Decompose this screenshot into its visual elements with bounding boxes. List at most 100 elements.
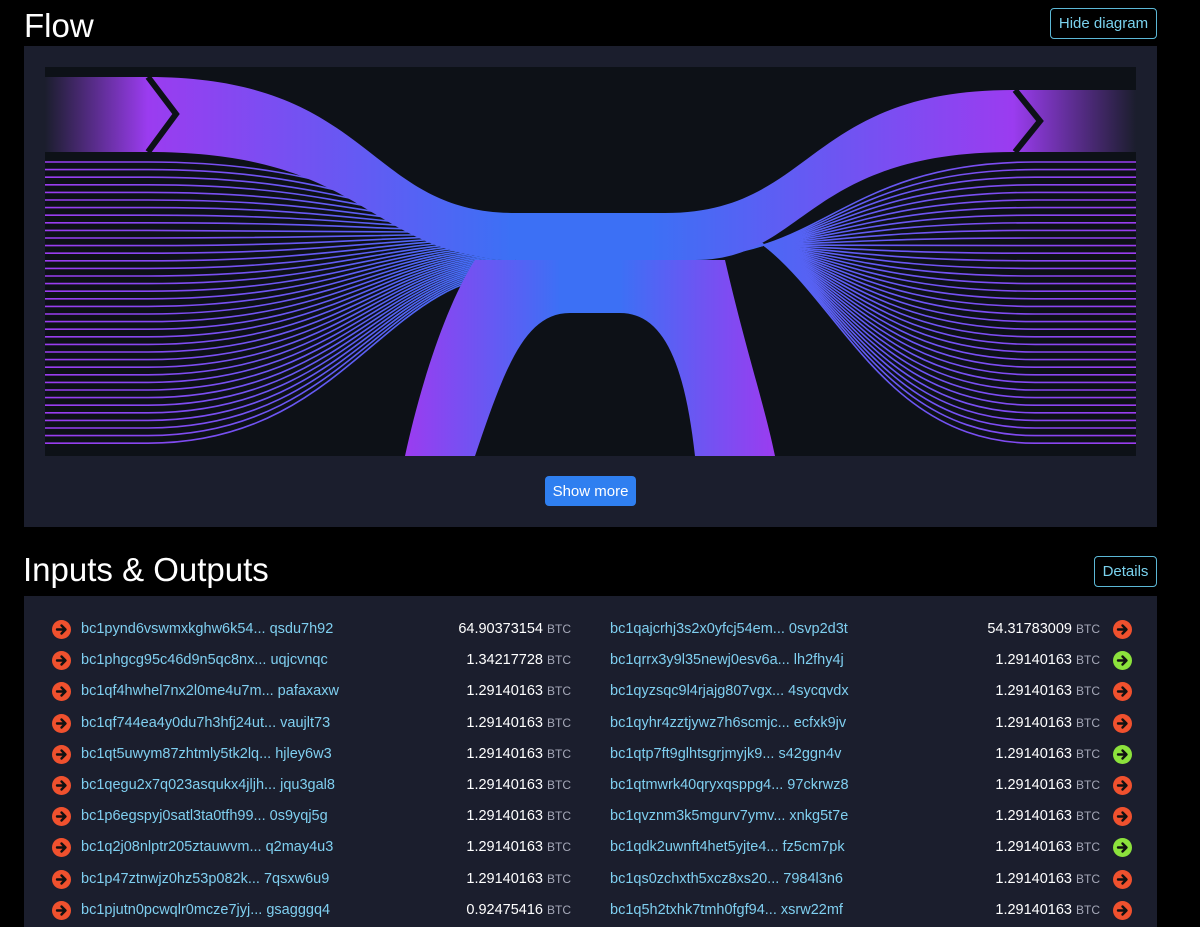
input-amount: 0.92475416 BTC: [466, 901, 571, 919]
input-amount: 1.29140163 BTC: [466, 870, 571, 888]
flow-title: Flow: [24, 7, 94, 44]
input-arrow-icon[interactable]: [52, 838, 71, 858]
output-address-link[interactable]: bc1qdk2uwnft4het5yjte4... fz5cm7pk: [610, 838, 845, 856]
output-address-link[interactable]: bc1q5h2txhk7tmh0fgf94... xsrw22mf: [610, 901, 843, 919]
input-address-link[interactable]: bc1p47ztnwjz0hz53p082k... 7qsxw6u9: [81, 870, 329, 888]
input-address-link[interactable]: bc1qf744ea4y0du7h3hfj24ut... vaujlt73: [81, 714, 330, 732]
amount-unit: BTC: [547, 871, 571, 886]
address-end: jqu3gal8: [276, 777, 335, 793]
input-arrow-icon[interactable]: [52, 682, 71, 702]
unspent-arrow-icon[interactable]: [1113, 838, 1132, 858]
output-address-link[interactable]: bc1qs0zchxth5xcz8xs20... 7984l3n6: [610, 870, 843, 888]
output-address-link[interactable]: bc1qtp7ft9glhtsgrjmyjk9... s42ggn4v: [610, 745, 841, 763]
address-start: bc1qdk2uwnft4het5yjte4...: [610, 839, 779, 856]
io-row: bc1qf4hwhel7nx2l0me4u7m... pafaxaxw 1.291…: [24, 676, 1157, 707]
input-amount: 1.29140163 BTC: [466, 807, 571, 825]
output-amount: 1.29140163 BTC: [995, 870, 1100, 888]
amount-unit: BTC: [1076, 809, 1100, 824]
address-start: bc1q5h2txhk7tmh0fgf94...: [610, 901, 777, 918]
spent-arrow-icon[interactable]: [1113, 776, 1132, 795]
address-end: pafaxaxw: [273, 683, 339, 700]
address-start: bc1qrrx3y9l35newj0esv6a...: [610, 652, 790, 669]
amount-unit: BTC: [1076, 840, 1100, 855]
amount-unit: BTC: [547, 778, 571, 792]
input-arrow-icon[interactable]: [52, 776, 71, 795]
address-end: qsdu7h92: [265, 621, 334, 637]
output-amount: 1.29140163 BTC: [995, 651, 1100, 669]
address-end: vaujlt73: [276, 714, 331, 731]
input-arrow-icon[interactable]: [52, 900, 71, 920]
address-start: bc1p47ztnwjz0hz53p082k...: [81, 870, 260, 887]
amount-value: 1.29140163: [466, 870, 543, 887]
amount-value: 1.29140163: [466, 683, 543, 700]
amount-unit: BTC: [547, 809, 571, 824]
inputs-outputs-panel: bc1pynd6vswmxkghw6k54... qsdu7h92 64.9037…: [24, 596, 1157, 927]
flow-diagram: [45, 67, 1136, 456]
address-end: gsagggq4: [262, 901, 331, 918]
amount-value: 1.34217728: [466, 652, 543, 669]
address-start: bc1qegu2x7q023asqukx4jljh...: [81, 777, 277, 793]
unspent-arrow-icon[interactable]: [1113, 744, 1132, 764]
input-amount: 1.29140163 BTC: [466, 745, 571, 763]
address-start: bc1pynd6vswmxkghw6k54...: [81, 621, 266, 637]
unspent-arrow-icon[interactable]: [1113, 651, 1132, 671]
amount-unit: BTC: [1076, 871, 1100, 886]
amount-unit: BTC: [547, 622, 571, 636]
input-address-link[interactable]: bc1pynd6vswmxkghw6k54... qsdu7h92: [81, 620, 333, 638]
address-start: bc1qtmwrk40qryxqsppg4...: [610, 777, 784, 793]
address-end: 7qsxw6u9: [259, 870, 330, 887]
input-address-link[interactable]: bc1p6egspyj0satl3ta0tfh99... 0s9yqj5g: [81, 807, 328, 825]
input-arrow-icon[interactable]: [52, 869, 71, 889]
input-arrow-icon[interactable]: [52, 620, 71, 639]
input-address-link[interactable]: bc1pjutn0pcwqlr0mcze7jyj... gsagggq4: [81, 901, 330, 919]
io-row: bc1qt5uwym87zhtmly5tk2lq... hjley6w3 1.29…: [24, 739, 1157, 770]
address-start: bc1p6egspyj0satl3ta0tfh99...: [81, 808, 266, 825]
spent-arrow-icon[interactable]: [1113, 620, 1132, 639]
address-end: q2may4u3: [261, 839, 334, 856]
hide-diagram-button[interactable]: Hide diagram: [1050, 8, 1157, 39]
input-amount: 1.34217728 BTC: [466, 651, 571, 669]
amount-value: 1.29140163: [466, 745, 543, 762]
input-amount: 64.90373154 BTC: [458, 620, 571, 638]
spent-arrow-icon[interactable]: [1113, 713, 1132, 733]
io-row: bc1p47ztnwjz0hz53p082k... 7qsxw6u9 1.2914…: [24, 864, 1157, 895]
output-address-link[interactable]: bc1qajcrhj3s2x0yfcj54em... 0svp2d3t: [610, 620, 848, 638]
inputs-outputs-title: Inputs & Outputs: [23, 551, 269, 588]
amount-unit: BTC: [1076, 746, 1100, 761]
address-start: bc1qf4hwhel7nx2l0me4u7m...: [81, 683, 274, 700]
amount-unit: BTC: [547, 746, 571, 761]
input-arrow-icon[interactable]: [52, 713, 71, 733]
spent-arrow-icon[interactable]: [1113, 900, 1132, 920]
amount-value: 1.29140163: [995, 901, 1072, 918]
amount-value: 1.29140163: [995, 839, 1072, 856]
spent-arrow-icon[interactable]: [1113, 807, 1132, 827]
address-start: bc1qtp7ft9glhtsgrjmyjk9...: [610, 745, 775, 762]
address-end: 4sycqvdx: [784, 683, 849, 700]
spent-arrow-icon[interactable]: [1113, 869, 1132, 889]
address-start: bc1qs0zchxth5xcz8xs20...: [610, 870, 780, 887]
input-address-link[interactable]: bc1phgcg95c46d9n5qc8nx... uqjcvnqc: [81, 651, 328, 669]
output-address-link[interactable]: bc1qyhr4zztjywz7h6scmjc... ecfxk9jv: [610, 714, 846, 732]
output-address-link[interactable]: bc1qtmwrk40qryxqsppg4... 97ckrwz8: [610, 776, 849, 794]
input-arrow-icon[interactable]: [52, 744, 71, 764]
input-arrow-icon[interactable]: [52, 807, 71, 827]
io-row: bc1q2j08nlptr205ztauwvm... q2may4u3 1.291…: [24, 832, 1157, 863]
amount-unit: BTC: [547, 684, 571, 699]
amount-value: 1.29140163: [995, 714, 1072, 731]
show-more-button[interactable]: Show more: [545, 476, 636, 506]
output-amount: 54.31783009 BTC: [987, 620, 1100, 638]
details-button[interactable]: Details: [1094, 556, 1157, 587]
amount-value: 1.29140163: [466, 714, 543, 731]
amount-value: 1.29140163: [995, 683, 1072, 700]
address-end: 7984l3n6: [779, 870, 843, 887]
input-address-link[interactable]: bc1qt5uwym87zhtmly5tk2lq... hjley6w3: [81, 745, 332, 763]
input-address-link[interactable]: bc1q2j08nlptr205ztauwvm... q2may4u3: [81, 838, 333, 856]
address-start: bc1pjutn0pcwqlr0mcze7jyj...: [81, 901, 263, 918]
input-arrow-icon[interactable]: [52, 651, 71, 671]
input-address-link[interactable]: bc1qf4hwhel7nx2l0me4u7m... pafaxaxw: [81, 682, 339, 700]
output-address-link[interactable]: bc1qrrx3y9l35newj0esv6a... lh2fhy4j: [610, 651, 844, 669]
output-address-link[interactable]: bc1qvznm3k5mgurv7ymv... xnkg5t7e: [610, 807, 848, 825]
output-address-link[interactable]: bc1qyzsqc9l4rjajg807vgx... 4sycqvdx: [610, 682, 849, 700]
input-address-link[interactable]: bc1qegu2x7q023asqukx4jljh... jqu3gal8: [81, 776, 335, 794]
spent-arrow-icon[interactable]: [1113, 682, 1132, 702]
